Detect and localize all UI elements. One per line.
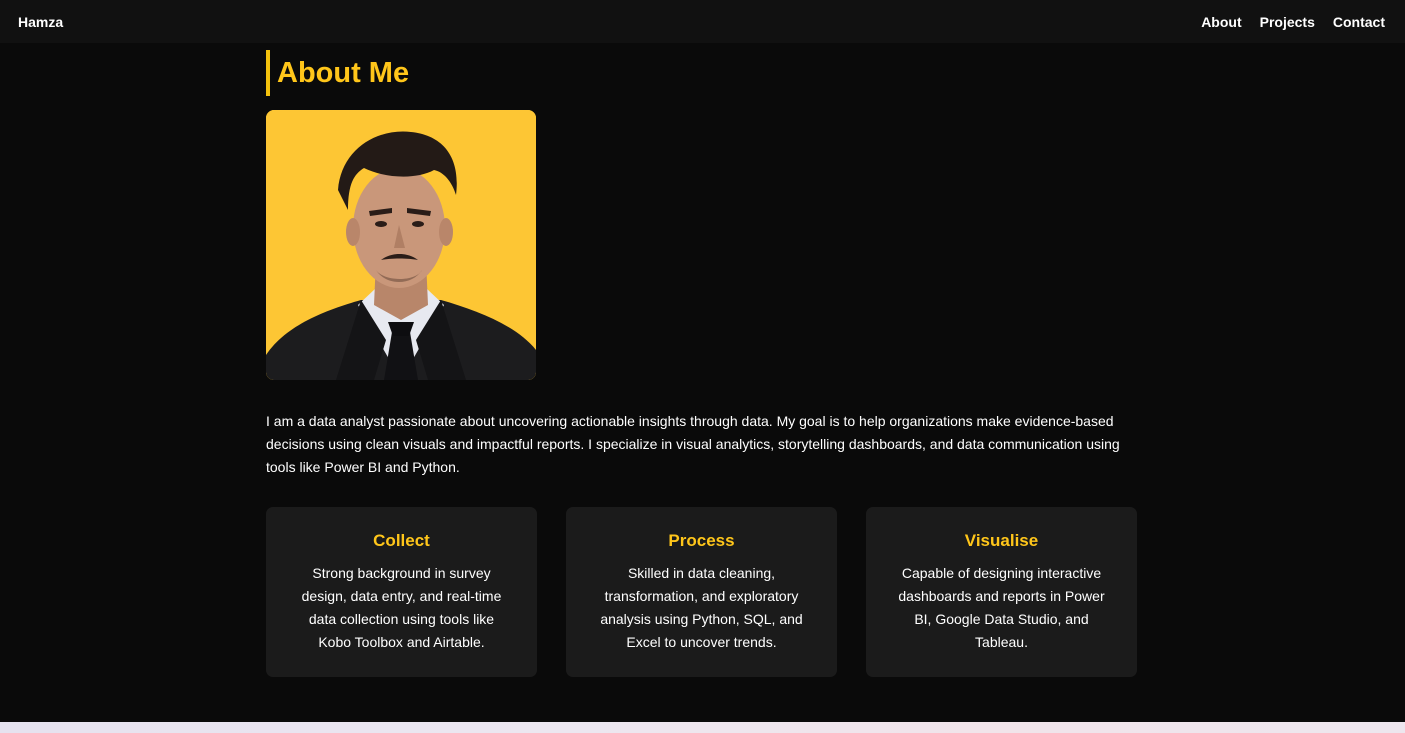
card-title: Process <box>668 531 735 550</box>
card-text: Skilled in data cleaning, transformation… <box>600 565 803 650</box>
card-title: Collect <box>373 531 430 550</box>
nav-link-projects[interactable]: Projects <box>1260 14 1315 30</box>
card-text: Capable of designing interactive dashboa… <box>898 565 1105 650</box>
about-intro-text: I am a data analyst passionate about unc… <box>266 413 1120 475</box>
top-navbar: Hamza About Projects Contact <box>0 0 1405 43</box>
skill-card-process: Process Skilled in data cleaning, transf… <box>566 507 837 677</box>
nav-link-contact[interactable]: Contact <box>1333 14 1385 30</box>
skill-cards: Collect Strong background in survey desi… <box>266 507 1137 677</box>
profile-portrait-illustration <box>266 110 536 380</box>
nav-link-about[interactable]: About <box>1201 14 1241 30</box>
about-section: About Me I am a data analyst passionate … <box>266 50 1137 677</box>
card-title: Visualise <box>964 531 1039 550</box>
section-title: About Me <box>266 50 1137 96</box>
nav-links: About Projects Contact <box>1201 14 1385 30</box>
skill-card-visualise: Visualise Capable of designing interacti… <box>866 507 1137 677</box>
profile-photo <box>266 110 536 380</box>
card-text: Strong background in survey design, data… <box>301 565 502 650</box>
skill-card-collect: Collect Strong background in survey desi… <box>266 507 537 677</box>
site-brand[interactable]: Hamza <box>18 14 63 30</box>
taskbar-strip <box>0 722 1405 733</box>
